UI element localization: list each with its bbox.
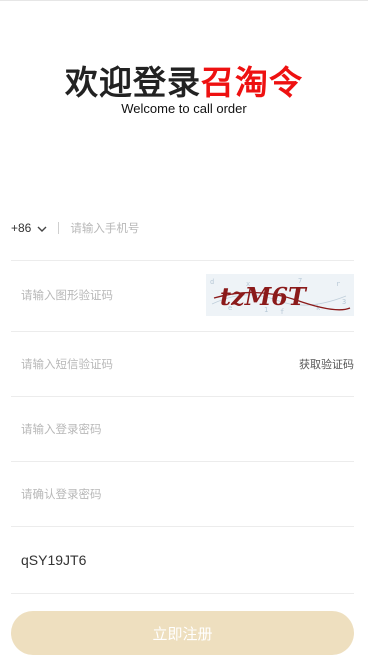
brand-header: 欢迎登录召淘令 Welcome to call order xyxy=(0,62,368,116)
svg-text:d: d xyxy=(210,278,214,286)
captcha-image[interactable]: dex 17k r3f tzM6T xyxy=(206,274,354,316)
page-title: 欢迎登录召淘令 xyxy=(0,62,368,104)
svg-text:r: r xyxy=(336,280,340,288)
password-row xyxy=(11,405,354,453)
divider xyxy=(11,461,354,462)
page-subtitle: Welcome to call order xyxy=(121,101,247,116)
confirm-password-input[interactable] xyxy=(21,487,241,501)
password-input[interactable] xyxy=(21,422,241,436)
sms-code-input[interactable] xyxy=(21,357,191,371)
vertical-separator xyxy=(58,222,60,234)
divider xyxy=(11,260,354,261)
invite-code-row xyxy=(11,536,354,584)
divider xyxy=(11,396,354,397)
svg-text:3: 3 xyxy=(342,298,346,306)
divider xyxy=(11,331,354,332)
sms-row: 获取验证码 xyxy=(11,340,354,388)
captcha-row: dex 17k r3f tzM6T xyxy=(11,268,354,322)
invite-code-input[interactable] xyxy=(21,552,241,568)
app-name: 召淘令 xyxy=(201,63,303,102)
confirm-password-row xyxy=(11,470,354,518)
top-divider xyxy=(0,0,368,1)
divider xyxy=(11,593,354,594)
captcha-text: tzM6T xyxy=(220,282,308,311)
get-sms-code-button[interactable]: 获取验证码 xyxy=(299,356,354,372)
country-code-label[interactable]: +86 xyxy=(11,221,31,235)
title-welcome: 欢迎登录 xyxy=(65,63,201,102)
phone-row: +86 xyxy=(11,210,354,246)
divider xyxy=(11,526,354,527)
chevron-down-icon[interactable] xyxy=(36,223,48,235)
phone-input[interactable] xyxy=(70,221,291,235)
captcha-input[interactable] xyxy=(21,288,171,302)
register-button[interactable]: 立即注册 xyxy=(11,611,354,655)
